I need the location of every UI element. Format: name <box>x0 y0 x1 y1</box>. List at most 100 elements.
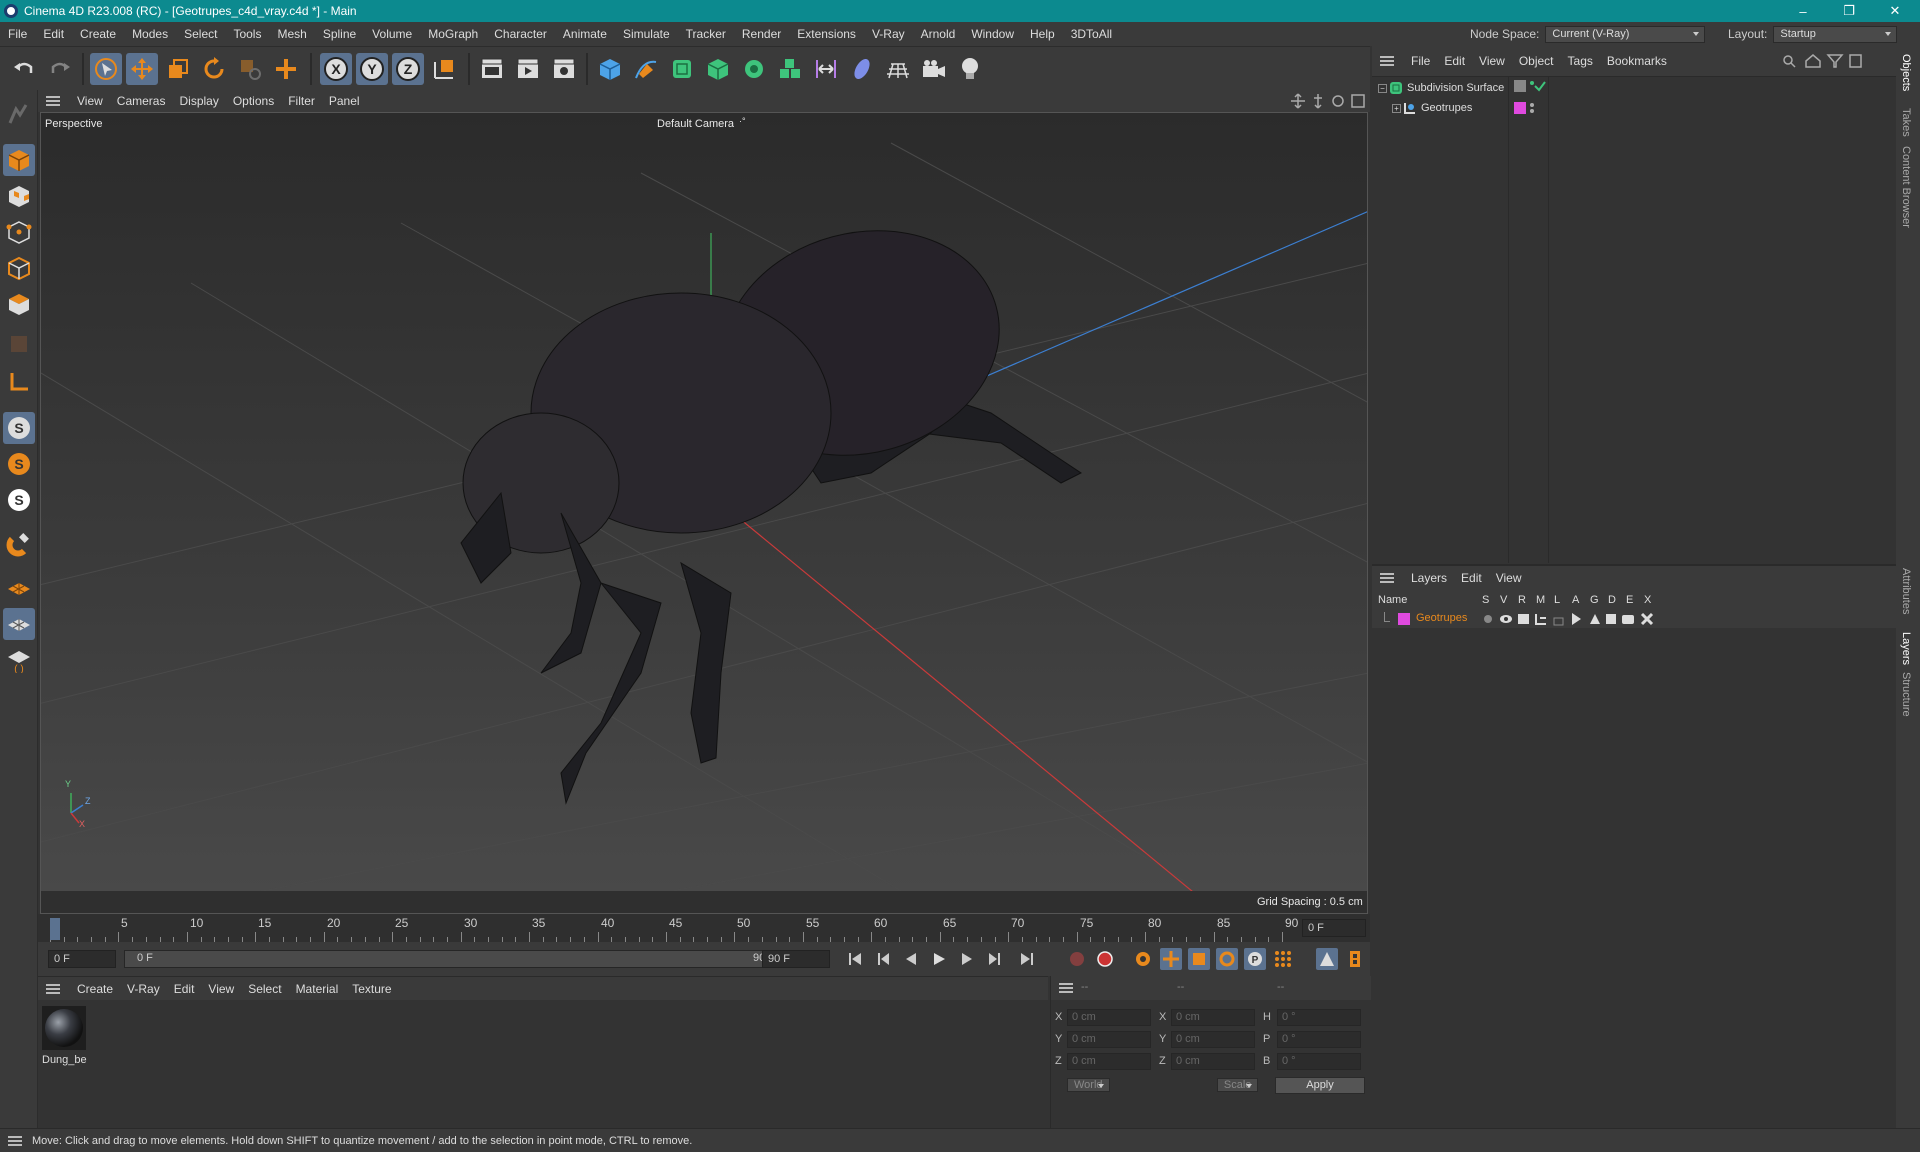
add-tool-button[interactable] <box>270 53 302 85</box>
render-picture-viewer-button[interactable] <box>512 53 544 85</box>
make-editable-button[interactable] <box>3 98 35 130</box>
status-menu-icon[interactable] <box>8 1135 22 1146</box>
camera-button[interactable] <box>918 53 950 85</box>
playhead[interactable] <box>50 918 60 940</box>
menu-animate[interactable]: Animate <box>555 22 615 46</box>
menu-simulate[interactable]: Simulate <box>615 22 678 46</box>
snap-button[interactable] <box>3 528 35 560</box>
material-menu-edit[interactable]: Edit <box>167 982 202 996</box>
viewport-menu-panel[interactable]: Panel <box>322 94 367 108</box>
object-row-geotrupes[interactable]: + Geotrupes <box>1392 99 1472 117</box>
subdivision-surface-button[interactable] <box>666 53 698 85</box>
material-menu-view[interactable]: View <box>201 982 241 996</box>
rot-p-field[interactable]: 0 ° <box>1277 1031 1361 1048</box>
layer-color-swatch[interactable] <box>1398 613 1410 625</box>
col-locked[interactable]: L <box>1554 594 1560 606</box>
tab-objects[interactable]: Objects <box>1900 54 1912 91</box>
menu-mesh[interactable]: Mesh <box>269 22 314 46</box>
start-frame-field[interactable]: 0 F <box>48 950 116 968</box>
col-deformers[interactable]: D <box>1608 594 1616 606</box>
layer-name[interactable]: Geotrupes <box>1416 612 1467 624</box>
menu-tools[interactable]: Tools <box>225 22 269 46</box>
material-menu-material[interactable]: Material <box>289 982 346 996</box>
viewport-menu-icon[interactable] <box>46 96 60 106</box>
record-button[interactable] <box>1066 948 1088 970</box>
deformer-button[interactable] <box>810 53 842 85</box>
edit-render-toggle[interactable] <box>1514 80 1526 92</box>
object-menu-file[interactable]: File <box>1404 54 1437 68</box>
keyframe-selection-button[interactable] <box>1132 948 1154 970</box>
layout-dropdown[interactable]: Startup <box>1773 25 1898 43</box>
z-axis-lock-button[interactable]: Z <box>392 53 424 85</box>
tab-layers[interactable]: Layers <box>1900 632 1912 665</box>
rotate-tool-button[interactable] <box>198 53 230 85</box>
viewport-menu-cameras[interactable]: Cameras <box>110 94 173 108</box>
restore-button[interactable]: ❐ <box>1826 0 1872 22</box>
viewport-menu-options[interactable]: Options <box>226 94 281 108</box>
axis-mode-button[interactable] <box>3 366 35 398</box>
tab-content-browser[interactable]: Content Browser <box>1900 146 1912 228</box>
col-solo[interactable]: S <box>1482 594 1489 606</box>
enabled-check-icon[interactable] <box>1534 80 1546 92</box>
object-menu-edit[interactable]: Edit <box>1437 54 1472 68</box>
key-position-button[interactable] <box>1160 948 1182 970</box>
field-button[interactable] <box>846 53 878 85</box>
coordinate-system-button[interactable] <box>428 53 460 85</box>
menu-create[interactable]: Create <box>72 22 124 46</box>
col-xref[interactable]: X <box>1644 594 1651 606</box>
model-mode-button[interactable] <box>3 144 35 176</box>
menu-help[interactable]: Help <box>1022 22 1063 46</box>
visibility-dot[interactable] <box>1530 103 1534 107</box>
pos-y-field[interactable]: 0 cm <box>1067 1031 1151 1048</box>
menu-character[interactable]: Character <box>486 22 555 46</box>
node-space-dropdown[interactable]: Current (V-Ray) <box>1545 25 1706 43</box>
viewport-menu-filter[interactable]: Filter <box>281 94 322 108</box>
col-generators[interactable]: G <box>1590 594 1599 606</box>
collapse-toggle[interactable]: − <box>1378 83 1387 93</box>
frame-range-slider[interactable]: 0 F 90 F <box>124 950 784 968</box>
minimize-button[interactable]: – <box>1780 0 1826 22</box>
material-menu-icon[interactable] <box>46 983 60 994</box>
redo-button[interactable] <box>44 53 76 85</box>
menu-arnold[interactable]: Arnold <box>913 22 964 46</box>
light-button[interactable] <box>954 53 986 85</box>
planar-workplane-button[interactable] <box>3 608 35 640</box>
col-manager[interactable]: M <box>1536 594 1545 606</box>
solo-button[interactable]: S <box>3 412 35 444</box>
layer-row[interactable]: Geotrupes <box>1372 610 1896 628</box>
apply-button[interactable]: Apply <box>1275 1077 1365 1094</box>
menu-file[interactable]: File <box>0 22 35 46</box>
extrude-button[interactable] <box>702 53 734 85</box>
goto-end-button[interactable] <box>1016 948 1038 970</box>
object-menu-bookmarks[interactable]: Bookmarks <box>1600 54 1674 68</box>
material-menu-create[interactable]: Create <box>70 982 120 996</box>
y-axis-lock-button[interactable]: Y <box>356 53 388 85</box>
menu-spline[interactable]: Spline <box>315 22 364 46</box>
layer-menu-layers[interactable]: Layers <box>1404 571 1454 585</box>
size-x-field[interactable]: 0 cm <box>1171 1009 1255 1026</box>
menu-select[interactable]: Select <box>176 22 225 46</box>
play-button[interactable] <box>928 948 950 970</box>
key-rotation-button[interactable] <box>1216 948 1238 970</box>
pos-z-field[interactable]: 0 cm <box>1067 1053 1151 1070</box>
select-tool-button[interactable] <box>90 53 122 85</box>
polygon-mode-button[interactable] <box>3 288 35 320</box>
next-frame-button[interactable] <box>956 948 978 970</box>
col-render[interactable]: R <box>1518 594 1526 606</box>
fcurve-button[interactable] <box>1344 948 1366 970</box>
tab-attributes[interactable]: Attributes <box>1900 568 1912 614</box>
current-frame-field[interactable]: 0 F <box>1302 919 1366 937</box>
material-menu-texture[interactable]: Texture <box>345 982 398 996</box>
object-menu-object[interactable]: Object <box>1512 54 1561 68</box>
next-key-button[interactable] <box>984 948 1006 970</box>
autokey-button[interactable] <box>1094 948 1116 970</box>
move-tool-button[interactable] <box>126 53 158 85</box>
rot-h-field[interactable]: 0 ° <box>1277 1009 1361 1026</box>
perspective-viewport[interactable]: Perspective Default Camera ·° Y Z X Grid… <box>40 112 1368 914</box>
camera-label[interactable]: Default Camera <box>657 118 734 130</box>
solo-hierarchy-button[interactable]: S <box>3 448 35 480</box>
menu-3dtoall[interactable]: 3DToAll <box>1063 22 1120 46</box>
menu-render[interactable]: Render <box>734 22 789 46</box>
scale-tool-button[interactable] <box>162 53 194 85</box>
expand-toggle[interactable]: + <box>1392 103 1401 113</box>
